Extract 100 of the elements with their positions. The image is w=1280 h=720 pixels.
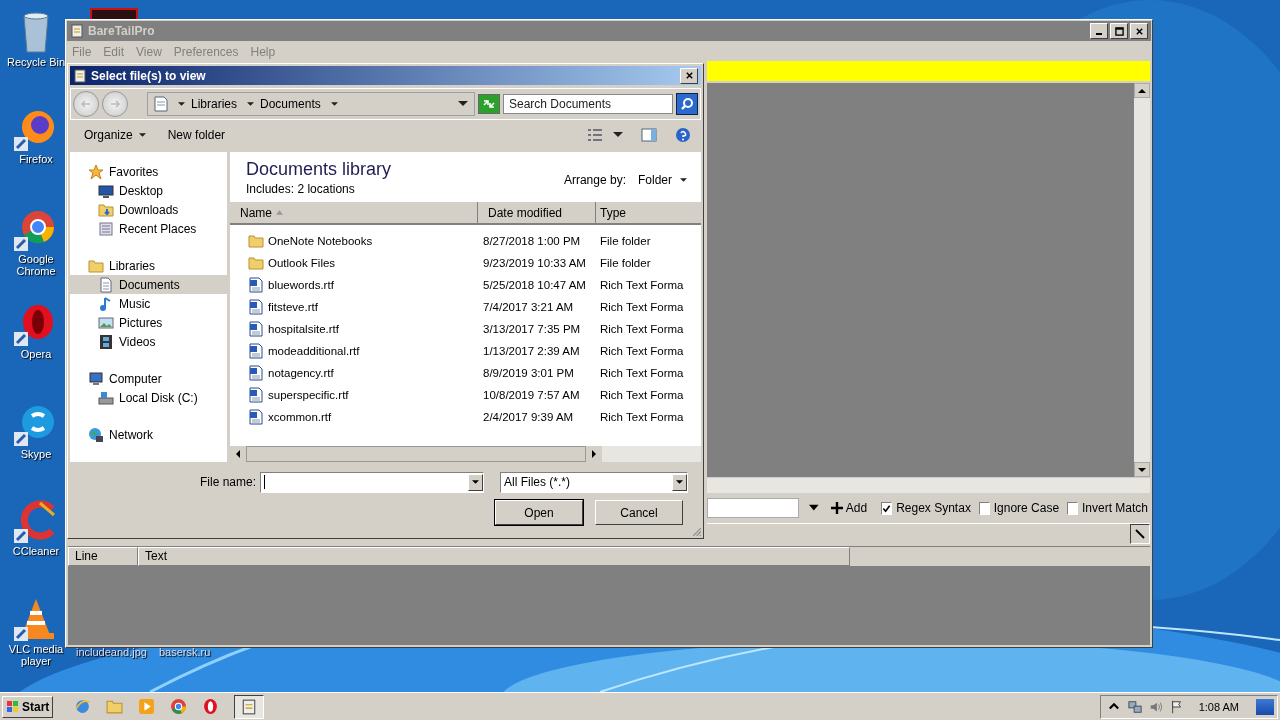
- desktop-icon-label[interactable]: VLC media player: [4, 643, 68, 667]
- new-folder-button[interactable]: New folder: [165, 126, 228, 144]
- nav-item[interactable]: Local Disk (C:): [70, 388, 227, 407]
- document-icon: [248, 409, 264, 425]
- nav-item[interactable]: Videos: [70, 332, 227, 351]
- checkbox-label[interactable]: Regex Syntax: [896, 501, 971, 515]
- column-header[interactable]: Line: [68, 547, 138, 566]
- flag-icon[interactable]: [1169, 699, 1184, 714]
- close-button[interactable]: [1130, 23, 1148, 39]
- open-button[interactable]: Open: [495, 500, 583, 525]
- close-button[interactable]: [680, 67, 698, 84]
- nav-item[interactable]: Recent Places: [70, 219, 227, 238]
- column-header[interactable]: Text: [138, 547, 850, 566]
- desktop-icon-label[interactable]: includeand.jpg: [76, 646, 147, 658]
- taskbar-app-button[interactable]: [234, 694, 265, 719]
- column-header[interactable]: Type: [596, 202, 701, 223]
- clock[interactable]: 1:08 AM: [1198, 700, 1239, 713]
- arrange-dropdown[interactable]: Folder: [638, 173, 687, 187]
- show-desktop-button[interactable]: [1256, 698, 1274, 715]
- add-button[interactable]: Add: [828, 499, 870, 517]
- nav-item[interactable]: Libraries: [70, 256, 227, 275]
- nav-item[interactable]: Music: [70, 294, 227, 313]
- minimize-button[interactable]: [1090, 23, 1108, 39]
- locations-link[interactable]: 2 locations: [297, 182, 355, 196]
- organize-button[interactable]: Organize: [82, 126, 148, 144]
- maximize-icon: [1114, 26, 1124, 36]
- desktop-icon-label[interactable]: Opera: [20, 348, 52, 360]
- refresh-button[interactable]: [478, 94, 500, 114]
- file-name[interactable]: xcommon.rtf: [268, 411, 332, 423]
- breadcrumb-item[interactable]: Libraries: [191, 97, 238, 111]
- nav-item[interactable]: Desktop: [70, 181, 227, 200]
- caret-icon[interactable]: [330, 101, 338, 107]
- type-cell-text: Rich Text Forma: [599, 279, 685, 291]
- checkbox[interactable]: [1067, 501, 1078, 515]
- desktop-icon-label[interactable]: Recycle Bin: [6, 56, 66, 68]
- file-name[interactable]: hospitalsite.rtf: [268, 323, 339, 335]
- file-name[interactable]: notagency.rtf: [268, 367, 334, 379]
- checkbox-label[interactable]: Invert Match: [1082, 501, 1148, 515]
- resize-grip-icon[interactable]: [691, 526, 702, 537]
- nav-item[interactable]: Pictures: [70, 313, 227, 332]
- breadcrumb-item[interactable]: Documents: [260, 97, 321, 111]
- type-cell-text: Rich Text Forma: [599, 411, 685, 423]
- file-name-field[interactable]: [260, 471, 485, 493]
- scroll-right-button[interactable]: [586, 446, 602, 462]
- nav-item[interactable]: Network: [70, 425, 227, 444]
- search-button[interactable]: [676, 93, 698, 115]
- start-button[interactable]: Start: [2, 695, 54, 718]
- minimize-icon: [1096, 33, 1102, 35]
- nav-item[interactable]: Favorites: [70, 162, 227, 181]
- search-field[interactable]: Search Documents: [503, 94, 673, 114]
- monitor-icon: [98, 182, 114, 199]
- caret-icon[interactable]: [458, 101, 468, 107]
- view-list-icon[interactable]: [587, 127, 603, 143]
- dialog-title: Select file(s) to view: [91, 68, 206, 83]
- caret-icon: [472, 479, 480, 485]
- desktop-icon-label[interactable]: Google Chrome: [4, 253, 68, 277]
- date-cell-text: 8/27/2018 1:00 PM: [482, 235, 582, 247]
- horizontal-scrollbar[interactable]: [707, 477, 1150, 493]
- scroll-left-button[interactable]: [230, 446, 246, 462]
- caret-icon[interactable]: [247, 101, 255, 107]
- maximize-button[interactable]: [1110, 23, 1128, 39]
- cancel-button[interactable]: Cancel: [595, 500, 683, 525]
- preview-pane-icon[interactable]: [641, 127, 657, 143]
- file-name[interactable]: superspecific.rtf: [268, 389, 349, 401]
- filter-input[interactable]: [707, 498, 800, 518]
- address-bar[interactable]: Libraries Documents: [147, 92, 475, 116]
- file-name[interactable]: bluewords.rtf: [268, 279, 334, 291]
- column-header[interactable]: Date modified: [478, 202, 596, 223]
- desktop-icon-label[interactable]: Firefox: [19, 153, 53, 165]
- file-name[interactable]: OneNote Notebooks: [268, 235, 373, 247]
- caret-icon[interactable]: [178, 101, 185, 107]
- nav-item[interactable]: Downloads: [70, 200, 227, 219]
- caret-icon[interactable]: [613, 132, 623, 138]
- checkbox-label[interactable]: Ignore Case: [993, 501, 1060, 515]
- document-icon: [248, 277, 264, 293]
- file-name[interactable]: modeadditional.rtf: [268, 345, 360, 357]
- help-icon[interactable]: [675, 127, 691, 143]
- cursor-button[interactable]: [1130, 524, 1150, 544]
- opera-icon[interactable]: [202, 698, 220, 715]
- scroll-down-button[interactable]: [1134, 462, 1150, 477]
- horizontal-scrollbar[interactable]: [230, 446, 701, 462]
- network-icon[interactable]: [1127, 699, 1142, 714]
- nav-item[interactable]: Documents: [70, 275, 227, 294]
- checkbox[interactable]: [881, 501, 893, 515]
- scroll-up-button[interactable]: [1134, 83, 1150, 98]
- desktop-icon-label[interactable]: CCleaner: [12, 545, 60, 557]
- document-icon: [154, 96, 168, 112]
- caret-icon[interactable]: [809, 504, 819, 512]
- desktop-icon-label[interactable]: Skype: [20, 448, 52, 460]
- nav-item[interactable]: Computer: [70, 369, 227, 388]
- file-type-dropdown[interactable]: All Files (*.*): [500, 471, 689, 493]
- file-name[interactable]: fitsteve.rtf: [268, 301, 318, 313]
- checkbox[interactable]: [978, 501, 990, 515]
- chrome-icon[interactable]: [170, 698, 188, 715]
- date-cell-text: 8/9/2019 3:01 PM: [482, 367, 575, 379]
- cursor-icon: [1134, 528, 1146, 540]
- file-name[interactable]: Outlook Files: [268, 257, 336, 269]
- close-icon: [684, 71, 694, 80]
- vertical-scrollbar[interactable]: [1134, 83, 1150, 477]
- column-header[interactable]: Name: [230, 202, 478, 223]
